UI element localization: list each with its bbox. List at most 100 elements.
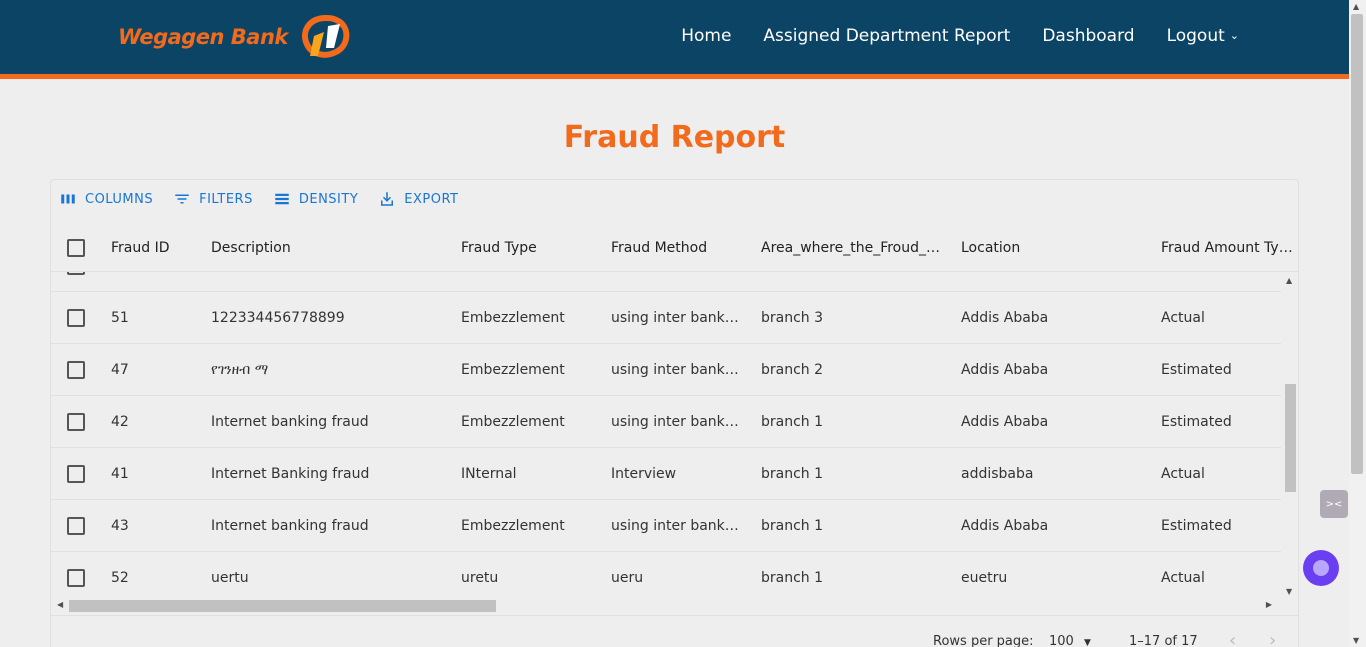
columns-icon [61,194,75,204]
cell-location: Addis Ababa [961,414,1049,430]
main-nav: Home Assigned Department Report Dashboar… [681,26,1239,46]
table-row[interactable]: 47 የገንዘብ ማ Embezzlement using inter bank… [51,344,1281,396]
cell-fraud-amount-type: Estimated [1161,414,1232,430]
nav-assigned-report-link[interactable]: Assigned Department Report [763,26,1010,46]
scroll-up-arrow-icon[interactable]: ▲ [1286,276,1292,285]
cell-description: 122334456778899 [211,310,345,326]
table-row[interactable]: 43 Internet banking fraud Embezzlement u… [51,500,1281,552]
nav-home-link[interactable]: Home [681,26,731,46]
extension-widget-icon[interactable]: >< [1320,490,1348,518]
table-row[interactable]: 42 Internet banking fraud Embezzlement u… [51,396,1281,448]
cell-fraud-method: using inter banking [611,362,741,378]
column-header-fraud-method[interactable]: Fraud Method [611,224,751,272]
row-checkbox[interactable] [67,465,85,483]
column-header-fraud-id[interactable]: Fraud ID [111,224,201,272]
vertical-scroll-thumb[interactable] [1285,384,1296,492]
row-checkbox[interactable] [67,361,85,379]
cell-location: addisbaba [961,466,1034,482]
pagination-range: 1–17 of 17 [1129,634,1198,647]
cell-location: Addis Ababa [961,518,1049,534]
cell-fraud-amount-type: Actual [1161,466,1205,482]
export-button-label: EXPORT [404,191,459,207]
cell-fraud-method: using inter banking [611,518,741,534]
cell-fraud-id: 43 [111,518,129,534]
page-scroll-up-icon[interactable]: ▲ [1353,2,1359,11]
select-all-checkbox[interactable] [67,239,85,257]
page-vertical-scrollbar[interactable]: ▲ ▼ [1349,0,1366,647]
brand-logo[interactable]: Wegagen Bank [118,12,356,62]
page-title: Fraud Report [563,120,786,155]
cell-fraud-method: using inter banking [611,414,741,430]
table-row[interactable]: 52 uertu uretu ueru branch 1 euetru Actu… [51,552,1281,598]
columns-button[interactable]: COLUMNS [59,190,153,208]
cell-fraud-amount-type: Actual [1161,310,1205,326]
cell-fraud-id: 41 [111,466,129,482]
cell-fraud-id: 42 [111,414,129,430]
export-button[interactable]: EXPORT [378,190,458,208]
column-header-fraud-amount-type[interactable]: Fraud Amount Type [1161,224,1295,272]
cell-fraud-method: using inter banking [611,310,741,326]
cell-location: Addis Ababa [961,362,1049,378]
grid-vertical-scrollbar[interactable]: ▲ ▼ [1282,272,1298,598]
page-scroll-down-icon[interactable]: ▼ [1353,636,1359,645]
page-scroll-thumb[interactable] [1351,14,1363,474]
cell-area: branch 1 [761,518,824,534]
next-page-icon[interactable]: › [1269,630,1276,647]
cell-fraud-type: Embezzlement [461,518,565,534]
table-row[interactable]: 41 Internet Banking fraud INternal Inter… [51,448,1281,500]
cell-fraud-method: ueru [611,570,644,586]
row-checkbox[interactable] [67,272,85,275]
cell-location: euetru [961,570,1008,586]
chevron-down-icon: ⌄ [1229,29,1239,42]
row-checkbox[interactable] [67,569,85,587]
cell-fraud-id: 52 [111,570,129,586]
column-header-location[interactable]: Location [961,224,1151,272]
scroll-right-arrow-icon[interactable]: ▶ [1266,600,1272,609]
cell-fraud-type: INternal [461,466,517,482]
rows-per-page-label: Rows per page: [933,634,1034,647]
row-checkbox[interactable] [67,309,85,327]
cell-fraud-amount-type: Estimated [1161,518,1232,534]
table-row[interactable]: 51 122334456778899 Embezzlement using in… [51,292,1281,344]
brand-name: Wegagen Bank [118,25,288,49]
download-icon [381,192,394,206]
filters-button-label: FILTERS [199,191,253,207]
density-button[interactable]: DENSITY [273,190,358,208]
density-icon [275,193,289,205]
nav-dashboard-link[interactable]: Dashboard [1042,26,1134,46]
top-navbar: Wegagen Bank Home Assigned Department Re… [0,0,1349,74]
column-header-description[interactable]: Description [211,224,451,272]
scroll-left-arrow-icon[interactable]: ◀ [57,600,63,609]
nav-logout-menu[interactable]: Logout ⌄ [1167,26,1239,46]
grid-horizontal-scrollbar[interactable]: ◀ ▶ [51,598,1298,614]
density-button-label: DENSITY [298,191,359,207]
cell-area: branch 1 [761,466,824,482]
filters-button[interactable]: FILTERS [173,190,253,208]
previous-page-icon[interactable]: ‹ [1229,630,1236,647]
cell-location: Addis Ababa [961,310,1049,326]
cell-description: Internet banking fraud [211,414,369,430]
cell-area: branch 1 [761,570,824,586]
rows-per-page-value: 100 [1049,634,1074,647]
table-row[interactable] [51,272,1281,292]
cell-fraud-id: 51 [111,310,129,326]
brand-logo-mark-icon [301,14,350,58]
row-checkbox[interactable] [67,517,85,535]
column-header-fraud-type[interactable]: Fraud Type [461,224,601,272]
horizontal-scroll-thumb[interactable] [69,600,496,612]
columns-button-label: COLUMNS [85,191,154,207]
cell-fraud-type: Embezzlement [461,414,565,430]
row-checkbox[interactable] [67,413,85,431]
scroll-down-arrow-icon[interactable]: ▼ [1286,587,1292,596]
cell-description: Internet banking fraud [211,518,369,534]
cell-fraud-id: 47 [111,362,129,378]
cell-description: Internet Banking fraud [211,466,370,482]
rows-per-page-select[interactable]: 100 ▼ [1049,634,1091,647]
cell-description: uertu [211,570,249,586]
grid-footer: Rows per page: 100 ▼ 1–17 of 17 ‹ › [51,615,1298,647]
cell-fraud-amount-type: Actual [1161,570,1205,586]
cell-fraud-type: Embezzlement [461,362,565,378]
assistant-bubble-icon[interactable] [1303,550,1339,586]
column-header-area[interactable]: Area_where_the_Froud_Commited [761,224,947,272]
cell-area: branch 2 [761,362,824,378]
